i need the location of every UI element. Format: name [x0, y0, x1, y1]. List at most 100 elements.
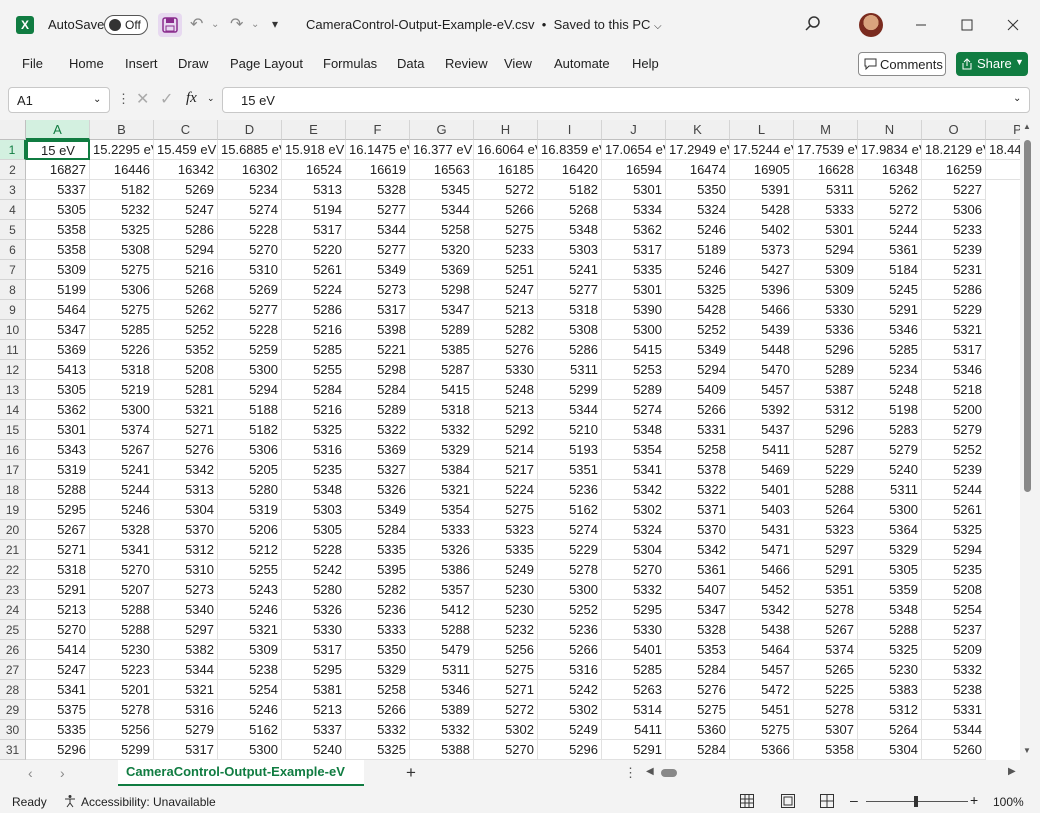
cell[interactable]: 5275: [474, 220, 538, 240]
cell[interactable]: 16594: [602, 160, 666, 180]
cell[interactable]: 5305: [26, 380, 90, 400]
cell[interactable]: 5270: [90, 560, 154, 580]
cell[interactable]: 5316: [154, 700, 218, 720]
cell[interactable]: 5217: [474, 460, 538, 480]
cell[interactable]: 5319: [26, 460, 90, 480]
cell[interactable]: 5230: [474, 600, 538, 620]
normal-view-icon[interactable]: [740, 794, 754, 808]
cell[interactable]: 5342: [666, 540, 730, 560]
column-header-m[interactable]: M: [794, 120, 858, 140]
cell[interactable]: 5248: [474, 380, 538, 400]
cell[interactable]: 5342: [602, 480, 666, 500]
cell[interactable]: 5330: [282, 620, 346, 640]
tab-data[interactable]: Data: [397, 56, 424, 71]
cell[interactable]: 5335: [602, 260, 666, 280]
cell[interactable]: 5278: [794, 600, 858, 620]
page-break-view-icon[interactable]: [820, 794, 834, 808]
cell[interactable]: 5332: [410, 720, 474, 740]
cell[interactable]: 5271: [26, 540, 90, 560]
cell[interactable]: 5318: [538, 300, 602, 320]
cell[interactable]: 17.5244 eV: [730, 140, 794, 160]
more-options-icon[interactable]: ⋮: [624, 765, 637, 781]
cell[interactable]: 5270: [26, 620, 90, 640]
cell[interactable]: 5402: [730, 220, 794, 240]
cell[interactable]: 17.9834 eV: [858, 140, 922, 160]
row-header[interactable]: 12: [0, 360, 26, 380]
cell[interactable]: 5311: [538, 360, 602, 380]
cell[interactable]: 5274: [538, 520, 602, 540]
cell[interactable]: 5270: [474, 740, 538, 760]
cell[interactable]: 5328: [90, 520, 154, 540]
cell[interactable]: 5270: [602, 560, 666, 580]
previous-sheet-icon[interactable]: ‹: [28, 765, 33, 781]
cell[interactable]: 5320: [410, 240, 474, 260]
cell[interactable]: 16446: [90, 160, 154, 180]
cell[interactable]: 5285: [90, 320, 154, 340]
cell[interactable]: 5240: [858, 460, 922, 480]
cell[interactable]: 5247: [474, 280, 538, 300]
cell[interactable]: 5269: [218, 280, 282, 300]
cell[interactable]: 5267: [794, 620, 858, 640]
cell[interactable]: 5280: [282, 580, 346, 600]
cell[interactable]: 5296: [538, 740, 602, 760]
cell[interactable]: 5326: [410, 540, 474, 560]
cell[interactable]: 5305: [282, 520, 346, 540]
cell[interactable]: 5289: [346, 400, 410, 420]
cell[interactable]: 5378: [666, 460, 730, 480]
cell[interactable]: 5245: [858, 280, 922, 300]
cell[interactable]: 5230: [474, 580, 538, 600]
row-header[interactable]: 21: [0, 540, 26, 560]
cell[interactable]: 5162: [218, 720, 282, 740]
cell[interactable]: 5289: [602, 380, 666, 400]
undo-dropdown-icon[interactable]: ⌄: [211, 19, 219, 30]
cell[interactable]: 5324: [666, 200, 730, 220]
cell[interactable]: 5242: [282, 560, 346, 580]
tab-formulas[interactable]: Formulas: [323, 56, 377, 71]
cell[interactable]: 5318: [26, 560, 90, 580]
cell[interactable]: 5388: [410, 740, 474, 760]
column-header-f[interactable]: F: [346, 120, 410, 140]
cell[interactable]: 5351: [794, 580, 858, 600]
cell[interactable]: 5258: [666, 440, 730, 460]
row-header[interactable]: 25: [0, 620, 26, 640]
row-header[interactable]: 13: [0, 380, 26, 400]
cell[interactable]: 5413: [26, 360, 90, 380]
cell[interactable]: 5316: [282, 440, 346, 460]
cell[interactable]: 5218: [922, 380, 986, 400]
sheet-tab[interactable]: CameraControl-Output-Example-eV: [118, 760, 364, 786]
cell[interactable]: 5224: [282, 280, 346, 300]
document-title[interactable]: CameraControl-Output-Example-eV.csv • Sa…: [306, 17, 662, 32]
cell[interactable]: 5239: [922, 460, 986, 480]
cell[interactable]: 5216: [154, 260, 218, 280]
cell[interactable]: 5224: [474, 480, 538, 500]
spreadsheet-grid[interactable]: A B C D E F G H I J K L M N O P 1 15 eV 15.2295 eV 15.459 e…: [0, 120, 1020, 760]
cell[interactable]: 5241: [538, 260, 602, 280]
search-icon[interactable]: [804, 15, 822, 33]
cell[interactable]: 5321: [154, 680, 218, 700]
cell[interactable]: 5289: [794, 360, 858, 380]
tab-file[interactable]: File: [22, 56, 43, 71]
column-header-j[interactable]: J: [602, 120, 666, 140]
cell[interactable]: 5301: [602, 180, 666, 200]
cell[interactable]: 5391: [730, 180, 794, 200]
column-header-c[interactable]: C: [154, 120, 218, 140]
cell[interactable]: 5299: [538, 380, 602, 400]
cell[interactable]: 5284: [666, 660, 730, 680]
cell[interactable]: 5240: [282, 740, 346, 760]
row-header[interactable]: 7: [0, 260, 26, 280]
cell[interactable]: 5254: [922, 600, 986, 620]
cell[interactable]: 5451: [730, 700, 794, 720]
cell[interactable]: 5374: [794, 640, 858, 660]
cell[interactable]: 16.1475 eV: [346, 140, 410, 160]
cell[interactable]: 5295: [282, 660, 346, 680]
tab-page-layout[interactable]: Page Layout: [230, 56, 303, 71]
cell[interactable]: 5252: [538, 600, 602, 620]
cell[interactable]: 5206: [218, 520, 282, 540]
cell[interactable]: 5286: [538, 340, 602, 360]
cell[interactable]: 5296: [794, 420, 858, 440]
vertical-scroll-thumb[interactable]: [1024, 140, 1031, 492]
cell[interactable]: 5343: [26, 440, 90, 460]
cell[interactable]: 5216: [282, 320, 346, 340]
cell[interactable]: 5278: [90, 700, 154, 720]
cell[interactable]: 5390: [602, 300, 666, 320]
